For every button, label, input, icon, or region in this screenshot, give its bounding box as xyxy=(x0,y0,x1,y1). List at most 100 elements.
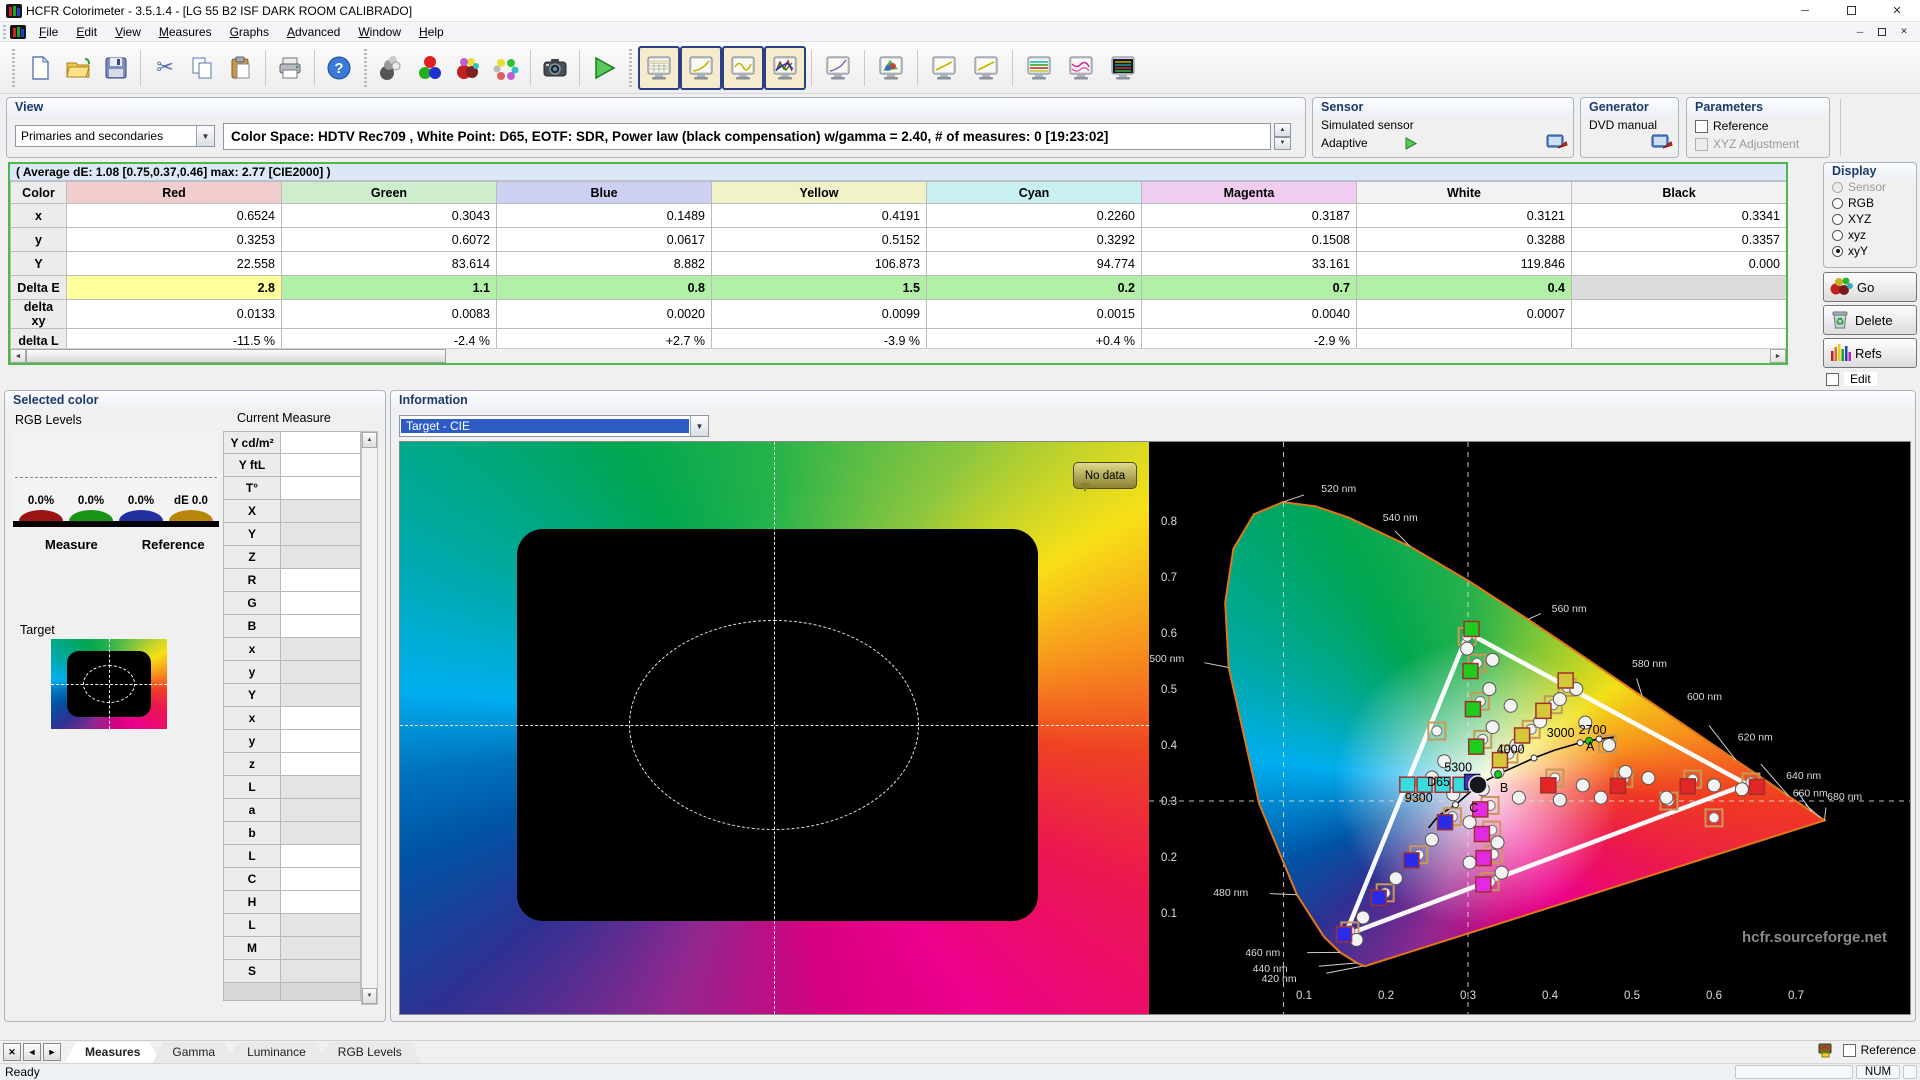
tab-measures[interactable]: Measures xyxy=(65,1042,160,1063)
prev-tab-button[interactable]: ◄ xyxy=(23,1043,41,1061)
cell-Delta-E-red[interactable]: 2.8 xyxy=(67,276,282,300)
cell-x-green[interactable]: 0.3043 xyxy=(282,204,497,228)
menu-view[interactable]: View xyxy=(106,23,150,41)
spinner-up-button[interactable]: ▲ xyxy=(1274,123,1291,137)
scroll-down-icon[interactable]: ▼ xyxy=(362,988,377,1004)
edit-checkbox[interactable] xyxy=(1826,373,1839,386)
cell-Y-green[interactable]: 83.614 xyxy=(282,252,497,276)
cell-delta-xy-white[interactable]: 0.0007 xyxy=(1357,300,1572,329)
cell-delta-xy-black[interactable] xyxy=(1572,300,1787,329)
view-monitor-line-icon[interactable] xyxy=(965,46,1007,90)
scroll-up-icon[interactable]: ▲ xyxy=(362,432,377,448)
cell-y-magenta[interactable]: 0.1508 xyxy=(1142,228,1357,252)
cell-delta-xy-yellow[interactable]: 0.0099 xyxy=(712,300,927,329)
minimize-button[interactable]: ─ xyxy=(1782,0,1828,21)
cell-Y-red[interactable]: 22.558 xyxy=(67,252,282,276)
delete-button[interactable]: ♻ Delete xyxy=(1823,305,1917,335)
cell-delta-xy-magenta[interactable]: 0.0040 xyxy=(1142,300,1357,329)
display-option-xyz[interactable]: xyz xyxy=(1824,227,1916,243)
cut-icon[interactable]: ✂ xyxy=(146,48,184,88)
view-preset-dropdown[interactable]: Primaries and secondaries ▼ xyxy=(15,125,215,147)
column-header-red[interactable]: Red xyxy=(67,182,282,204)
reference-checkbox[interactable] xyxy=(1695,120,1708,133)
cell-x-magenta[interactable]: 0.3187 xyxy=(1142,204,1357,228)
cell-Y-white[interactable]: 119.846 xyxy=(1357,252,1572,276)
menu-file[interactable]: File xyxy=(30,23,67,41)
view-monitor-stripes-icon[interactable] xyxy=(1018,46,1060,90)
print-icon[interactable] xyxy=(271,48,309,88)
cell-Y-cyan[interactable]: 94.774 xyxy=(927,252,1142,276)
cell-x-cyan[interactable]: 0.2260 xyxy=(927,204,1142,228)
cell-delta-xy-cyan[interactable]: 0.0015 xyxy=(927,300,1142,329)
cell-Delta-E-black[interactable] xyxy=(1572,276,1787,300)
cell-x-blue[interactable]: 0.1489 xyxy=(497,204,712,228)
menu-edit[interactable]: Edit xyxy=(67,23,106,41)
menu-window[interactable]: Window xyxy=(349,23,410,41)
cell-y-red[interactable]: 0.3253 xyxy=(67,228,282,252)
cell-Delta-E-white[interactable]: 0.4 xyxy=(1357,276,1572,300)
view-monitor-grid-icon[interactable] xyxy=(638,46,680,90)
view-monitor-lum-icon[interactable] xyxy=(817,46,859,90)
information-view-dropdown[interactable]: Target - CIE ▼ xyxy=(399,415,709,437)
display-option-rgb[interactable]: RGB xyxy=(1824,195,1916,211)
cell-Y-blue[interactable]: 8.882 xyxy=(497,252,712,276)
go-button[interactable]: Go xyxy=(1823,272,1917,302)
camera-icon[interactable] xyxy=(536,48,574,88)
cell-y-cyan[interactable]: 0.3292 xyxy=(927,228,1142,252)
column-header-cyan[interactable]: Cyan xyxy=(927,182,1142,204)
column-header-yellow[interactable]: Yellow xyxy=(712,182,927,204)
maximize-button[interactable] xyxy=(1828,0,1874,21)
view-monitor-magenta-icon[interactable] xyxy=(1060,46,1102,90)
cell-Delta-E-yellow[interactable]: 1.5 xyxy=(712,276,927,300)
column-header-blue[interactable]: Blue xyxy=(497,182,712,204)
color-ring-icon[interactable] xyxy=(487,48,525,88)
sensor-config-icon[interactable] xyxy=(1546,134,1568,154)
view-monitor-dark-icon[interactable] xyxy=(1102,46,1144,90)
new-file-icon[interactable] xyxy=(21,48,59,88)
menu-measures[interactable]: Measures xyxy=(150,23,221,41)
display-option-xyy[interactable]: xyY xyxy=(1824,243,1916,259)
cell-Delta-E-magenta[interactable]: 0.7 xyxy=(1142,276,1357,300)
save-file-icon[interactable] xyxy=(97,48,135,88)
run-measures-icon[interactable] xyxy=(585,48,623,88)
cell-Y-black[interactable]: 0.000 xyxy=(1572,252,1787,276)
column-header-white[interactable]: White xyxy=(1357,182,1572,204)
mdi-minimize-button[interactable]: ─ xyxy=(1850,24,1870,40)
secondary-colors-balls-icon[interactable] xyxy=(449,48,487,88)
view-monitor-line-icon[interactable] xyxy=(923,46,965,90)
cell-x-yellow[interactable]: 0.4191 xyxy=(712,204,927,228)
paste-icon[interactable] xyxy=(222,48,260,88)
view-monitor-wave-icon[interactable] xyxy=(722,46,764,90)
primary-colors-balls-icon[interactable] xyxy=(411,48,449,88)
cell-y-blue[interactable]: 0.0617 xyxy=(497,228,712,252)
cell-y-green[interactable]: 0.6072 xyxy=(282,228,497,252)
cell-delta-xy-red[interactable]: 0.0133 xyxy=(67,300,282,329)
grayscale-balls-icon[interactable] xyxy=(373,48,411,88)
cell-Delta-E-cyan[interactable]: 0.2 xyxy=(927,276,1142,300)
copy-icon[interactable] xyxy=(184,48,222,88)
close-button[interactable]: ✕ xyxy=(1874,0,1920,21)
cell-Delta-E-green[interactable]: 1.1 xyxy=(282,276,497,300)
scroll-right-icon[interactable]: ► xyxy=(1770,349,1786,363)
display-option-xyz[interactable]: XYZ xyxy=(1824,211,1916,227)
mdi-restore-button[interactable] xyxy=(1872,24,1892,40)
tab-gamma[interactable]: Gamma xyxy=(152,1042,235,1063)
tab-rgb-levels[interactable]: RGB Levels xyxy=(318,1042,422,1063)
table-horizontal-scrollbar[interactable]: ◄ ► xyxy=(10,348,1786,363)
view-monitor-rgb-icon[interactable] xyxy=(764,46,806,90)
menu-advanced[interactable]: Advanced xyxy=(278,23,349,41)
cell-Delta-E-blue[interactable]: 0.8 xyxy=(497,276,712,300)
cell-y-white[interactable]: 0.3288 xyxy=(1357,228,1572,252)
cell-y-black[interactable]: 0.3357 xyxy=(1572,228,1787,252)
menu-graphs[interactable]: Graphs xyxy=(221,23,278,41)
cell-delta-xy-green[interactable]: 0.0083 xyxy=(282,300,497,329)
scroll-left-icon[interactable]: ◄ xyxy=(10,349,26,363)
view-monitor-gamma-icon[interactable] xyxy=(680,46,722,90)
view-monitor-cie-icon[interactable] xyxy=(870,46,912,90)
cell-Y-yellow[interactable]: 106.873 xyxy=(712,252,927,276)
menu-help[interactable]: Help xyxy=(410,23,453,41)
open-file-icon[interactable] xyxy=(59,48,97,88)
cell-delta-xy-blue[interactable]: 0.0020 xyxy=(497,300,712,329)
mdi-close-button[interactable]: ✕ xyxy=(1894,24,1914,40)
cell-x-red[interactable]: 0.6524 xyxy=(67,204,282,228)
